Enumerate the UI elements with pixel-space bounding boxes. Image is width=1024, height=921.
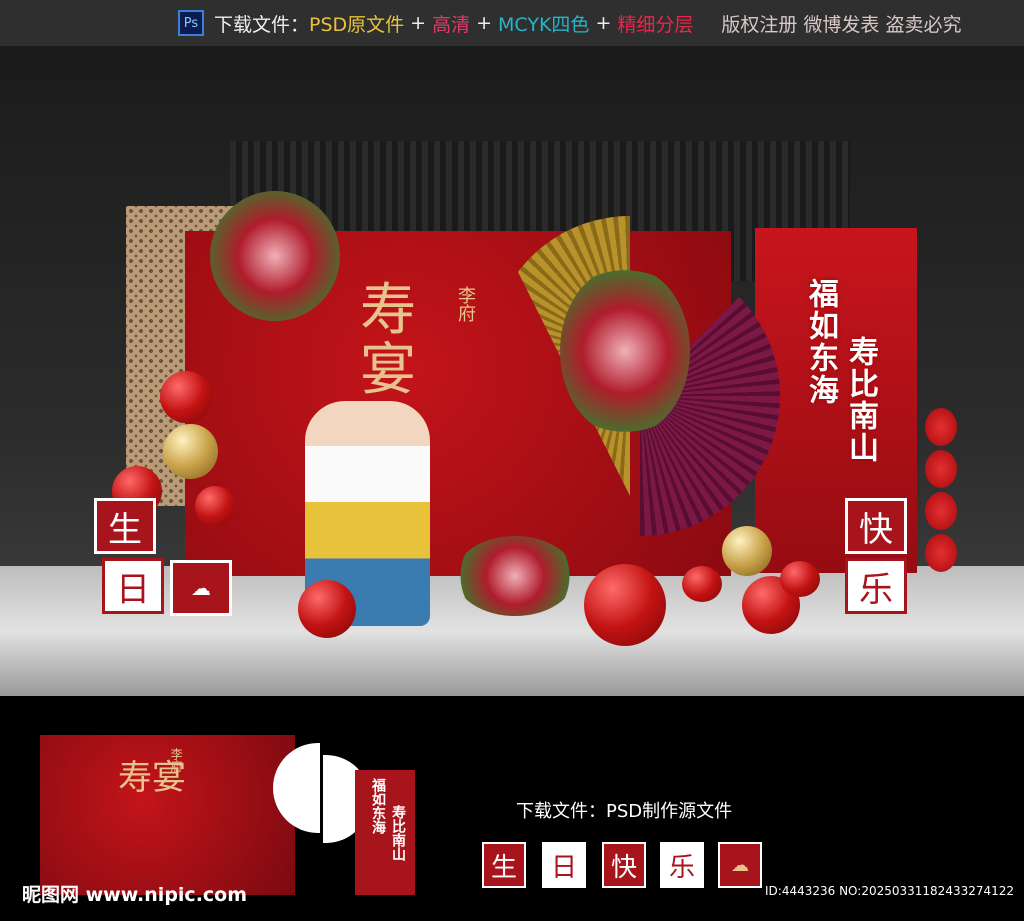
cube-ri: 日 [102, 558, 164, 614]
photoshop-icon: Ps [178, 10, 204, 36]
cube-sheng: 生 [94, 498, 156, 554]
download-source-text: 下载文件：PSD制作源文件 [516, 797, 732, 823]
cube-le: 乐 [845, 558, 907, 614]
balloon [160, 371, 212, 423]
copyright-label: 版权注册 微博发表 盗卖必究 [721, 13, 962, 36]
fan-flowers [560, 266, 690, 436]
top-banner: Ps 下载文件： PSD原文件 + 高清 + MCYK四色 + 精细分层 版权注… [0, 0, 1024, 46]
preview-family: 李府 [169, 748, 183, 772]
backdrop-title: 寿宴 [360, 278, 416, 403]
psd-label: PSD原文件 [309, 13, 405, 36]
tile-ri: 日 [542, 842, 586, 888]
floor-ball [584, 564, 666, 646]
honeycomb-lantern [925, 450, 957, 488]
download-text: 下载文件：PSD制作源文件 [516, 801, 733, 822]
mcyk-label: MCYK四色 [498, 13, 590, 36]
plus-3: + [595, 12, 612, 34]
tile-sheng: 生 [482, 842, 526, 888]
tile-cloud-icon: ☁ [718, 842, 762, 888]
gold-balloon [163, 424, 218, 479]
preview-couplet-left: 福如东海 [370, 778, 386, 834]
preview-couplet-right: 寿比南山 [390, 805, 406, 861]
plus-1: + [410, 12, 427, 34]
plus-2: + [476, 12, 493, 34]
tile-le: 乐 [660, 842, 704, 888]
honeycomb-lantern [925, 534, 957, 572]
tile-kuai: 快 [602, 842, 646, 888]
stage-render: 寿宴 李府 福如东海 寿比南山 生 日 ☁ 快 乐 [0, 46, 1024, 696]
couplet-left: 福如东海 [803, 278, 838, 406]
floor-flowers [455, 536, 575, 616]
layers-label: 精细分层 [617, 13, 694, 36]
couplet-right: 寿比南山 [843, 336, 878, 464]
balloon [780, 561, 820, 597]
gold-balloon [722, 526, 772, 576]
balloon [195, 486, 235, 526]
honeycomb-lantern [925, 408, 957, 446]
watermark-logo: 昵图网 www.nipic.com [22, 884, 248, 906]
cloud-cube: ☁ [170, 560, 232, 616]
honeycomb-lantern [925, 492, 957, 530]
image-id: ID:4443236 NO:20250331182433274122 [765, 884, 1015, 898]
hd-label: 高清 [432, 13, 471, 36]
flower-arrangement [210, 191, 340, 321]
backdrop-family: 李府 [455, 286, 476, 322]
cube-kuai: 快 [845, 498, 907, 554]
balloon [682, 566, 722, 602]
floor-ball [298, 580, 356, 638]
download-label: 下载文件： [214, 13, 310, 36]
